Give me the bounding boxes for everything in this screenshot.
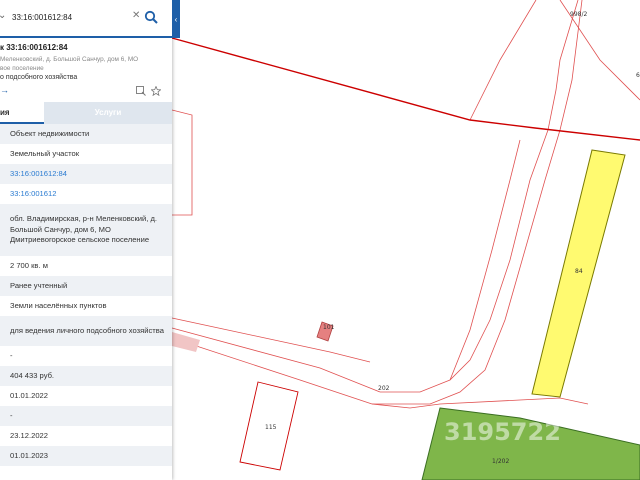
parcel-address: Меленковский, д. Большой Санчур, дом 6, … [0,56,139,63]
parcel-address-cont: вое поселение [0,65,44,72]
watermark: 3195722 [444,418,561,446]
map-label-202: 202 [378,385,390,392]
add-layer-icon[interactable] [136,86,146,96]
list-item: Ранее учтенный [0,276,172,296]
tab-info[interactable]: ия [0,102,44,124]
cadastral-number-link[interactable]: 33:16:001612:84 [0,164,172,184]
list-item: обл. Владимирская, р-н Меленковский, д. … [0,204,172,256]
search-icon[interactable] [144,10,158,24]
list-item: - [0,406,172,426]
map-label-101: 101 [323,324,335,331]
chevron-left-icon[interactable]: ‹ [172,0,180,38]
parcel-title: к 33:16:001612:84 [0,43,68,52]
list-item: - [10,350,13,360]
map-label-1-202: 1/202 [492,458,510,465]
list-item: 404 433 руб. [0,366,172,386]
arrow-right-icon[interactable]: → [0,85,9,95]
info-panel: ⌄ 33:16:001612:84 ✕ к 33:16:001612:84 Ме… [0,0,172,480]
parcel-purpose: о подсобного хозяйства [0,74,78,81]
clear-icon[interactable]: ✕ [132,10,140,21]
search-bar: ⌄ 33:16:001612:84 ✕ [0,0,172,38]
list-item: Земли населённых пунктов [10,300,107,310]
star-icon[interactable] [151,86,161,96]
map-label-998-2: 998/2 [570,11,588,18]
map-label-6: 6 [636,72,640,79]
list-item: 23.12.2022 [10,430,49,440]
search-input[interactable]: 33:16:001612:84 [12,13,72,22]
tab-services[interactable]: Услуги [44,102,172,124]
map-label-115: 115 [265,424,277,431]
list-item: 01.01.2022 [10,390,49,400]
parcel-header: к 33:16:001612:84 Меленковский, д. Больш… [0,40,172,100]
chevron-down-icon[interactable]: ⌄ [0,10,6,21]
tab-bar: ия Услуги [0,102,172,124]
map-label-84: 84 [575,268,583,275]
list-item: Земельный участок [10,148,80,158]
list-item: 01.01.2023 [0,446,172,466]
cadastral-quarter-link[interactable]: 33:16:001612 [0,184,172,204]
list-item: Объект недвижимости [0,124,172,144]
road-strip [172,332,200,352]
list-item: для ведения личного подсобного хозяйства [0,316,172,346]
list-item: 2 700 кв. м [10,260,48,270]
